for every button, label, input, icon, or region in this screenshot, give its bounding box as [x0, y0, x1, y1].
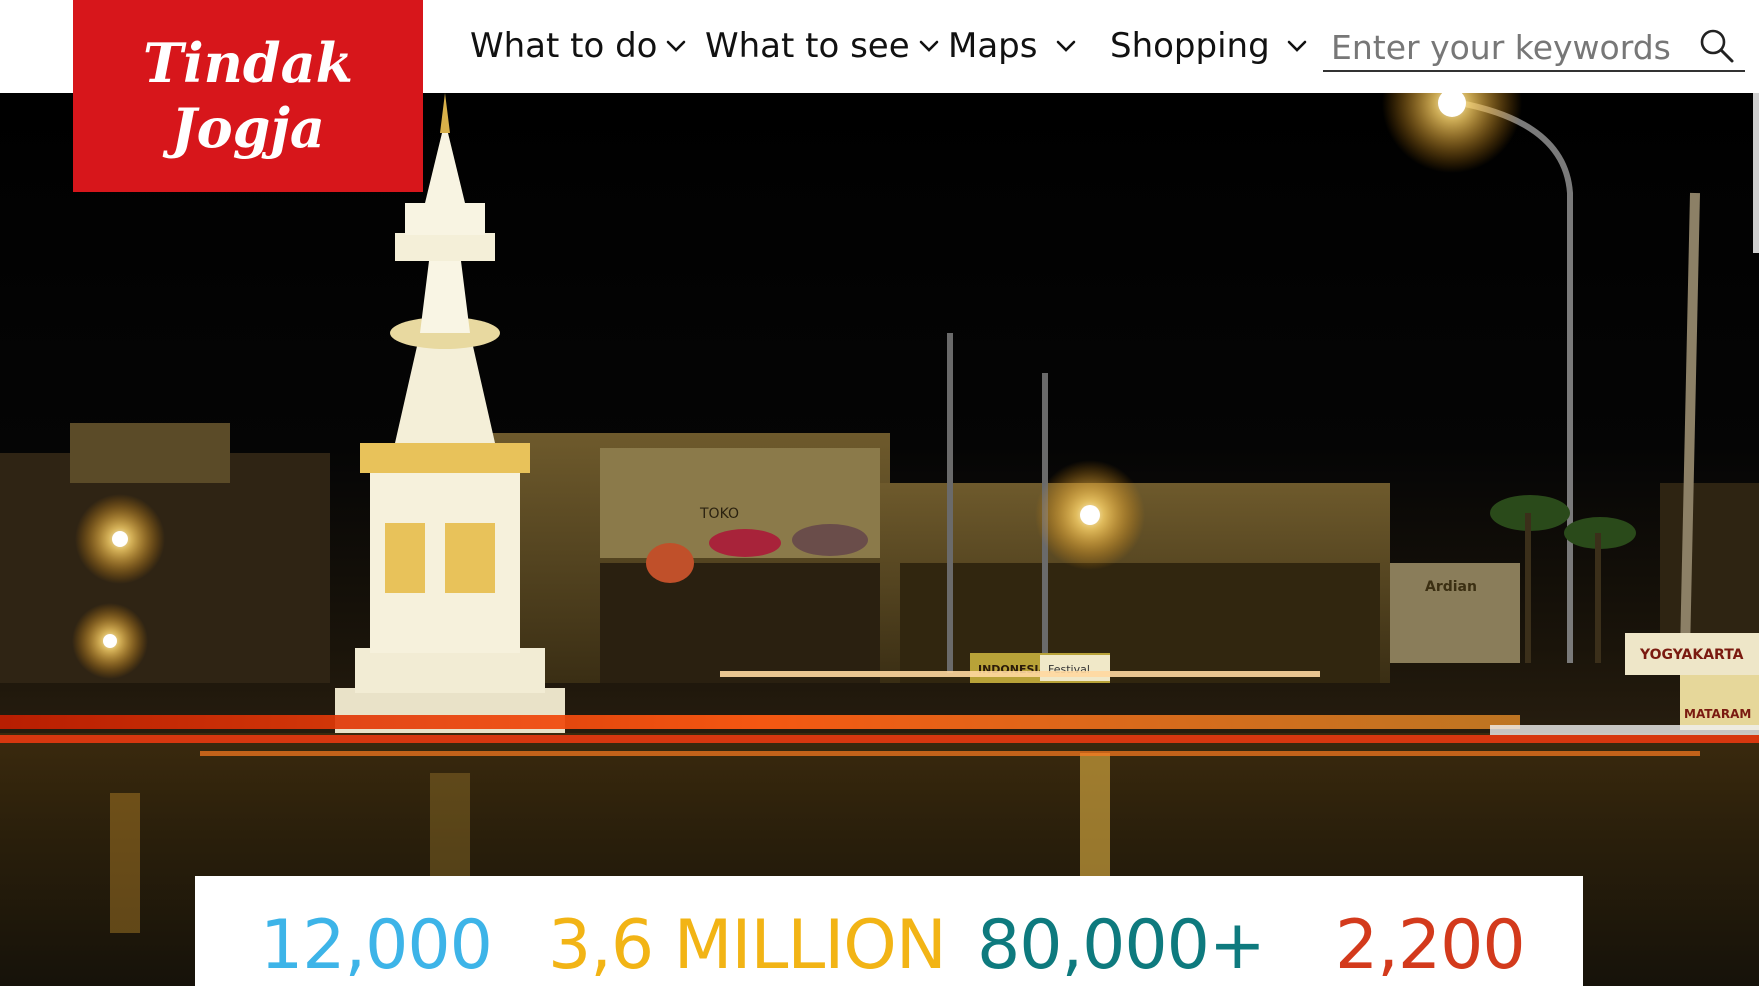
stat-value-3: 80,000+: [977, 906, 1266, 985]
stat-value-2: 3,6 MILLION: [548, 906, 947, 985]
sign-ardian: Ardian: [1425, 579, 1477, 595]
stat-value-4: 2,200: [1335, 906, 1526, 985]
chevron-down-icon: [665, 35, 687, 57]
nav-item-label: What to do: [470, 26, 658, 66]
site-logo[interactable]: Tindak Jogja: [73, 0, 423, 192]
search-input[interactable]: [1329, 26, 1683, 68]
hero-image: TOKO Ardian YOGYAKARTA MATARAM INDONESIA: [0, 93, 1759, 986]
sign-mataram: MATARAM: [1684, 707, 1751, 721]
hero-night-scene: TOKO Ardian YOGYAKARTA MATARAM INDONESIA: [0, 93, 1759, 986]
search-bar: [1323, 22, 1745, 72]
sign-yogyakarta: YOGYAKARTA: [1639, 647, 1744, 663]
chevron-down-icon: [1286, 35, 1308, 57]
chevron-down-icon: [1055, 35, 1077, 57]
buildings: [0, 423, 1759, 683]
nav-item-label: Shopping: [1110, 26, 1270, 66]
nav-item-what-to-do[interactable]: What to do: [470, 26, 687, 66]
nav-item-shopping[interactable]: Shopping: [1110, 26, 1308, 66]
sign-toko: TOKO: [699, 506, 739, 522]
logo-line-2: Jogja: [171, 96, 325, 160]
logo-line-1: Tindak: [142, 31, 354, 96]
nav-item-what-to-see[interactable]: What to see: [705, 26, 940, 66]
stat-value-1: 12,000: [260, 906, 493, 985]
chevron-down-icon: [918, 35, 940, 57]
stats-panel: 12,000 3,6 MILLION 80,000+ 2,200: [195, 876, 1583, 986]
nav-item-label: What to see: [705, 26, 910, 66]
nav-item-maps[interactable]: Maps: [948, 26, 1077, 66]
scrollbar[interactable]: [1753, 93, 1759, 253]
nav-item-label: Maps: [948, 26, 1038, 66]
search-icon[interactable]: [1697, 26, 1737, 66]
